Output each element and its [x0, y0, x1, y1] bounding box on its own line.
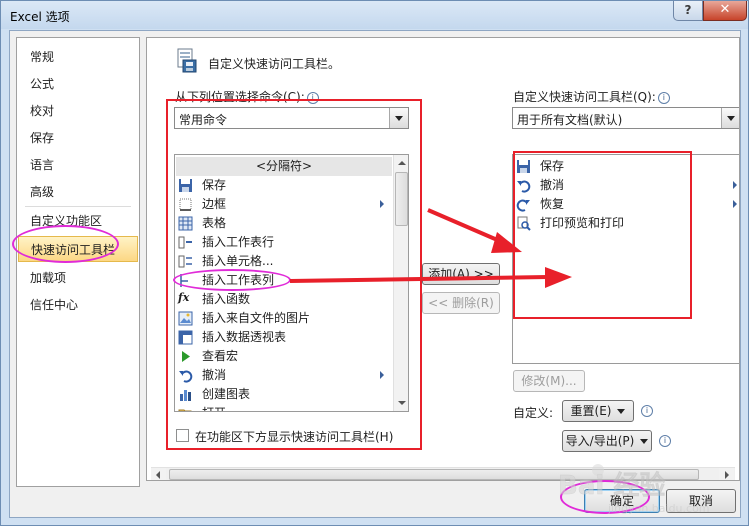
redo-icon — [516, 199, 530, 212]
print-preview-icon — [517, 216, 531, 231]
nav-divider — [25, 206, 131, 207]
list-item-label: 插入函数 — [202, 292, 251, 306]
horizontal-scroll-thumb[interactable] — [169, 469, 699, 480]
submenu-arrow-icon — [380, 371, 384, 379]
add-button[interactable]: 添加(A) >> — [422, 263, 500, 285]
ok-button[interactable]: 确定 — [584, 489, 660, 513]
list-item-label: 插入数据透视表 — [202, 330, 287, 344]
title-bar: Excel 选项 ? ✕ — [1, 1, 748, 29]
chevron-down-icon[interactable] — [721, 108, 739, 128]
excel-options-dialog: Excel 选项 ? ✕ 常规 公式 校对 保存 语言 高级 自定义功能区 快速… — [0, 0, 749, 526]
dialog-body: 常规 公式 校对 保存 语言 高级 自定义功能区 快速访问工具栏 加载项 信任中… — [9, 30, 741, 518]
nav-item-general[interactable]: 常规 — [18, 44, 138, 70]
choose-commands-dropdown[interactable]: 常用命令 — [174, 107, 409, 129]
list-item-label: 边框 — [202, 197, 227, 211]
window-title: Excel 选项 — [10, 10, 70, 24]
list-item-label: 表格 — [202, 216, 227, 230]
help-button[interactable]: ? — [673, 1, 703, 21]
nav-item-quick-access-toolbar[interactable]: 快速访问工具栏 — [18, 236, 138, 262]
nav-item-proofing[interactable]: 校对 — [18, 98, 138, 124]
toolbar-item-label: 撤消 — [540, 178, 565, 192]
undo-icon — [179, 370, 193, 383]
insert-row-icon — [178, 236, 192, 249]
customizations-label: 自定义: — [513, 406, 554, 420]
toolbar-item-label: 保存 — [540, 159, 565, 173]
customize-toolbar-dropdown[interactable]: 用于所有文档(默认) — [512, 107, 739, 129]
show-below-ribbon-label: 在功能区下方显示快速访问工具栏(H) — [195, 430, 394, 444]
scroll-up-icon[interactable] — [394, 155, 408, 171]
reset-button[interactable]: 重置(E) — [562, 400, 634, 422]
list-item-label: 插入工作表行 — [202, 235, 275, 249]
scroll-right-icon[interactable] — [719, 468, 734, 480]
category-nav: 常规 公式 校对 保存 语言 高级 自定义功能区 快速访问工具栏 加载项 信任中… — [16, 37, 140, 487]
commands-list[interactable]: <分隔符> 保存 边框 表格 插入工作表行 插入单元格... 插入工作表列 fx… — [174, 154, 409, 412]
quick-access-toolbar-panel: 自定义快速访问工具栏。 从下列位置选择命令(C): i 常用命令 <分隔符> 保存 — [146, 37, 740, 481]
function-icon: fx — [178, 291, 190, 304]
list-item-label: 撤消 — [202, 368, 227, 382]
scroll-left-icon[interactable] — [151, 468, 166, 480]
nav-item-trust-center[interactable]: 信任中心 — [18, 292, 138, 318]
toolbar-items-list[interactable]: 保存 撤消 恢复 打印预览和打印 — [512, 154, 739, 364]
choose-commands-text: 从下列位置选择命令(C): — [175, 90, 305, 104]
insert-cell-icon — [178, 255, 192, 268]
customize-toolbar-value: 用于所有文档(默认) — [517, 113, 623, 127]
macro-icon — [182, 351, 190, 362]
import-export-button-label: 导入/导出(P) — [565, 434, 635, 448]
pivot-icon — [178, 330, 193, 345]
list-item-label: 打开 — [202, 404, 226, 411]
nav-item-save[interactable]: 保存 — [18, 125, 138, 151]
customize-toolbar-label: 自定义快速访问工具栏(Q): i — [513, 88, 670, 105]
info-icon[interactable]: i — [657, 92, 670, 104]
chevron-down-icon — [640, 439, 649, 444]
open-icon — [178, 409, 192, 411]
separator-label: <分隔符> — [255, 159, 313, 173]
submenu-arrow-icon — [733, 200, 737, 208]
toolbar-customize-icon — [177, 48, 197, 73]
remove-button[interactable]: << 删除(R) — [422, 292, 500, 314]
nav-item-formulas[interactable]: 公式 — [18, 71, 138, 97]
nav-item-add-ins[interactable]: 加载项 — [18, 265, 138, 291]
nav-item-language[interactable]: 语言 — [18, 152, 138, 178]
commands-scrollbar[interactable] — [393, 155, 408, 411]
customize-toolbar-text: 自定义快速访问工具栏(Q): — [513, 90, 656, 104]
close-button[interactable]: ✕ — [703, 1, 747, 21]
modify-button[interactable]: 修改(M)... — [513, 370, 585, 392]
undo-icon — [517, 180, 531, 193]
list-item-label: 创建图表 — [202, 387, 251, 401]
list-item-label: 查看宏 — [202, 349, 239, 363]
list-item-label: 保存 — [202, 178, 227, 192]
show-below-ribbon-checkbox[interactable] — [176, 429, 189, 442]
reset-button-label: 重置(E) — [570, 404, 612, 418]
nav-item-advanced[interactable]: 高级 — [18, 179, 138, 205]
insert-column-icon — [180, 274, 188, 287]
toolbar-item-label: 恢复 — [540, 197, 565, 211]
list-item-label: 插入工作表列 — [202, 273, 275, 287]
submenu-arrow-icon — [380, 200, 384, 208]
choose-commands-value: 常用命令 — [179, 113, 228, 127]
table-icon — [178, 216, 193, 231]
panel-horizontal-scrollbar[interactable] — [151, 467, 735, 480]
save-icon — [179, 179, 192, 192]
border-icon — [179, 198, 192, 211]
save-icon — [517, 160, 530, 173]
import-export-button[interactable]: 导入/导出(P) — [562, 430, 652, 452]
toolbar-item-label: 打印预览和打印 — [540, 216, 625, 230]
nav-item-customize-ribbon[interactable]: 自定义功能区 — [18, 208, 138, 234]
scroll-down-icon[interactable] — [394, 395, 408, 411]
choose-commands-label: 从下列位置选择命令(C): i — [175, 88, 319, 105]
list-item-separator[interactable]: <分隔符> — [176, 157, 392, 176]
submenu-arrow-icon — [733, 181, 737, 189]
chart-icon — [180, 390, 191, 401]
chevron-down-icon — [617, 409, 626, 414]
picture-icon — [178, 311, 193, 326]
panel-heading: 自定义快速访问工具栏。 — [208, 57, 341, 71]
info-icon[interactable]: i — [641, 405, 653, 417]
info-icon[interactable]: i — [306, 92, 319, 104]
chevron-down-icon[interactable] — [389, 108, 408, 128]
list-item-label: 插入单元格... — [202, 254, 274, 268]
cancel-button[interactable]: 取消 — [666, 489, 736, 513]
info-icon[interactable]: i — [659, 435, 671, 447]
scroll-thumb[interactable] — [395, 172, 408, 226]
list-item-label: 插入来自文件的图片 — [202, 311, 311, 325]
